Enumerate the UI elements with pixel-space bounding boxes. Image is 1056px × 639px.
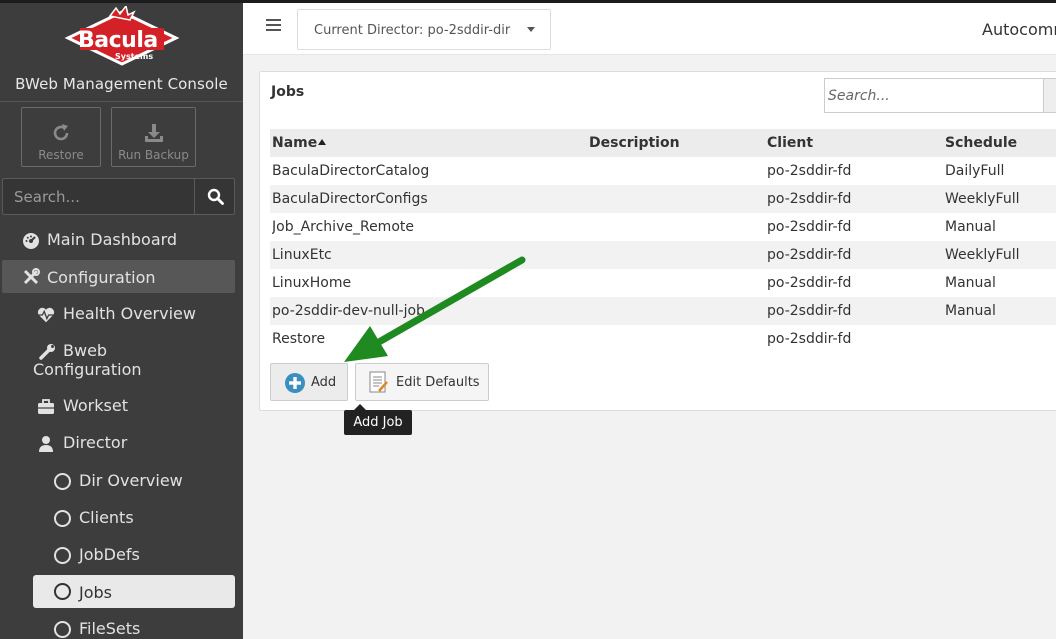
sidebar-search-input[interactable] bbox=[3, 179, 194, 214]
nav-jobdefs-label: JobDefs bbox=[79, 545, 140, 564]
cell-schedule: Manual bbox=[945, 275, 996, 291]
bacula-logo[interactable]: Bacula Systems bbox=[0, 6, 243, 68]
tools-icon bbox=[23, 268, 40, 285]
nav-bweb-configuration-label-1: Bweb bbox=[63, 341, 108, 360]
table-row[interactable]: BaculaDirectorConfigs po-2sddir-fd Weekl… bbox=[270, 185, 1056, 213]
cell-schedule: DailyFull bbox=[945, 163, 1005, 179]
top-border bbox=[243, 0, 1056, 3]
nav-dir-overview[interactable]: Dir Overview bbox=[0, 471, 243, 495]
run-backup-label: Run Backup bbox=[118, 148, 189, 162]
nav-clients[interactable]: Clients bbox=[0, 508, 243, 532]
cell-client: po-2sddir-fd bbox=[767, 247, 852, 263]
search-icon bbox=[207, 188, 224, 205]
edit-defaults-label: Edit Defaults bbox=[396, 375, 480, 390]
sidebar-search bbox=[2, 178, 235, 215]
nav-filesets-label: FileSets bbox=[79, 619, 141, 638]
sidebar-search-button[interactable] bbox=[194, 179, 234, 214]
nav-main-dashboard-label: Main Dashboard bbox=[47, 230, 178, 249]
nav-director[interactable]: Director bbox=[0, 433, 243, 457]
circle-icon bbox=[54, 583, 71, 600]
restore-label: Restore bbox=[38, 148, 84, 162]
col-description-header[interactable]: Description bbox=[589, 135, 759, 151]
nav-health-overview-label: Health Overview bbox=[63, 304, 196, 323]
sidebar-top-border bbox=[0, 0, 243, 3]
search-addon[interactable] bbox=[1044, 78, 1056, 113]
restore-button[interactable]: Restore bbox=[21, 107, 101, 167]
top-bar: Current Director: po-2sddir-dir Autocomm bbox=[243, 0, 1056, 55]
download-icon bbox=[144, 124, 163, 142]
nav-clients-label: Clients bbox=[79, 508, 134, 527]
annotation-arrow-icon bbox=[344, 256, 526, 362]
table-row[interactable]: BaculaDirectorCatalog po-2sddir-fd Daily… bbox=[270, 157, 1056, 185]
cell-client: po-2sddir-fd bbox=[767, 331, 852, 347]
jobs-search-input[interactable] bbox=[825, 79, 1043, 112]
chevron-down-icon bbox=[527, 27, 535, 32]
menu-toggle-icon[interactable] bbox=[266, 19, 281, 32]
nav-director-label: Director bbox=[63, 433, 128, 452]
dashboard-icon bbox=[23, 233, 39, 249]
document-edit-icon bbox=[369, 371, 388, 393]
logo-text: Bacula bbox=[78, 28, 158, 53]
nav-main-dashboard[interactable]: Main Dashboard bbox=[0, 230, 243, 254]
cell-schedule: WeeklyFull bbox=[945, 247, 1020, 263]
nav-jobdefs[interactable]: JobDefs bbox=[0, 545, 243, 569]
nav-filesets[interactable]: FileSets bbox=[0, 619, 243, 639]
cell-client: po-2sddir-fd bbox=[767, 275, 852, 291]
cell-client: po-2sddir-fd bbox=[767, 219, 852, 235]
director-select-label: Current Director: po-2sddir-dir bbox=[314, 23, 511, 38]
col-name-header[interactable]: Name bbox=[272, 135, 572, 151]
cell-schedule: Manual bbox=[945, 303, 996, 319]
cell-name: BaculaDirectorCatalog bbox=[272, 163, 430, 179]
cell-schedule: WeeklyFull bbox=[945, 191, 1020, 207]
nav-workset[interactable]: Workset bbox=[0, 396, 243, 420]
table-header: Name Description Client Schedule bbox=[270, 129, 1056, 157]
cell-client: po-2sddir-fd bbox=[767, 191, 852, 207]
autocomm-label[interactable]: Autocomm bbox=[982, 20, 1056, 39]
cell-client: po-2sddir-fd bbox=[767, 163, 852, 179]
nav-health-overview[interactable]: Health Overview bbox=[0, 304, 243, 328]
director-select[interactable]: Current Director: po-2sddir-dir bbox=[297, 9, 551, 50]
cell-client: po-2sddir-fd bbox=[767, 303, 852, 319]
sidebar-divider bbox=[0, 101, 243, 102]
panel-title: Jobs bbox=[271, 84, 305, 100]
plus-circle-icon bbox=[285, 373, 305, 393]
col-client-header[interactable]: Client bbox=[767, 135, 937, 151]
nav-jobs[interactable]: Jobs bbox=[33, 575, 235, 608]
col-schedule-header[interactable]: Schedule bbox=[945, 135, 1056, 151]
add-job-label: Add bbox=[311, 375, 337, 390]
circle-icon bbox=[54, 621, 71, 638]
sort-asc-icon bbox=[318, 139, 327, 145]
run-backup-button[interactable]: Run Backup bbox=[111, 107, 196, 167]
nav-bweb-configuration[interactable]: Bweb Configuration bbox=[0, 341, 243, 381]
nav-dir-overview-label: Dir Overview bbox=[79, 471, 183, 490]
cell-name: Job_Archive_Remote bbox=[272, 219, 414, 235]
circle-icon bbox=[54, 473, 71, 490]
wrench-icon bbox=[39, 344, 55, 360]
cell-name: BaculaDirectorConfigs bbox=[272, 191, 428, 207]
panel-search bbox=[824, 78, 1044, 113]
sidebar: Bacula Systems BWeb Management Console R… bbox=[0, 0, 243, 639]
heartbeat-icon bbox=[37, 307, 55, 323]
table-row[interactable]: Job_Archive_Remote po-2sddir-fd Manual bbox=[270, 213, 1056, 241]
cell-schedule: Manual bbox=[945, 219, 996, 235]
briefcase-icon bbox=[38, 399, 54, 414]
refresh-icon bbox=[53, 124, 69, 141]
circle-icon bbox=[54, 510, 71, 527]
logo-subtext: Systems bbox=[115, 52, 154, 61]
add-job-tooltip: Add Job bbox=[344, 410, 412, 435]
nav-configuration[interactable]: Configuration bbox=[2, 260, 235, 293]
nav-jobs-label: Jobs bbox=[79, 583, 112, 602]
user-icon bbox=[39, 436, 53, 452]
circle-icon bbox=[54, 547, 71, 564]
nav-workset-label: Workset bbox=[63, 396, 128, 415]
nav-bweb-configuration-label-2: Configuration bbox=[33, 360, 142, 379]
nav-configuration-label: Configuration bbox=[47, 268, 156, 287]
console-title: BWeb Management Console bbox=[15, 75, 228, 93]
